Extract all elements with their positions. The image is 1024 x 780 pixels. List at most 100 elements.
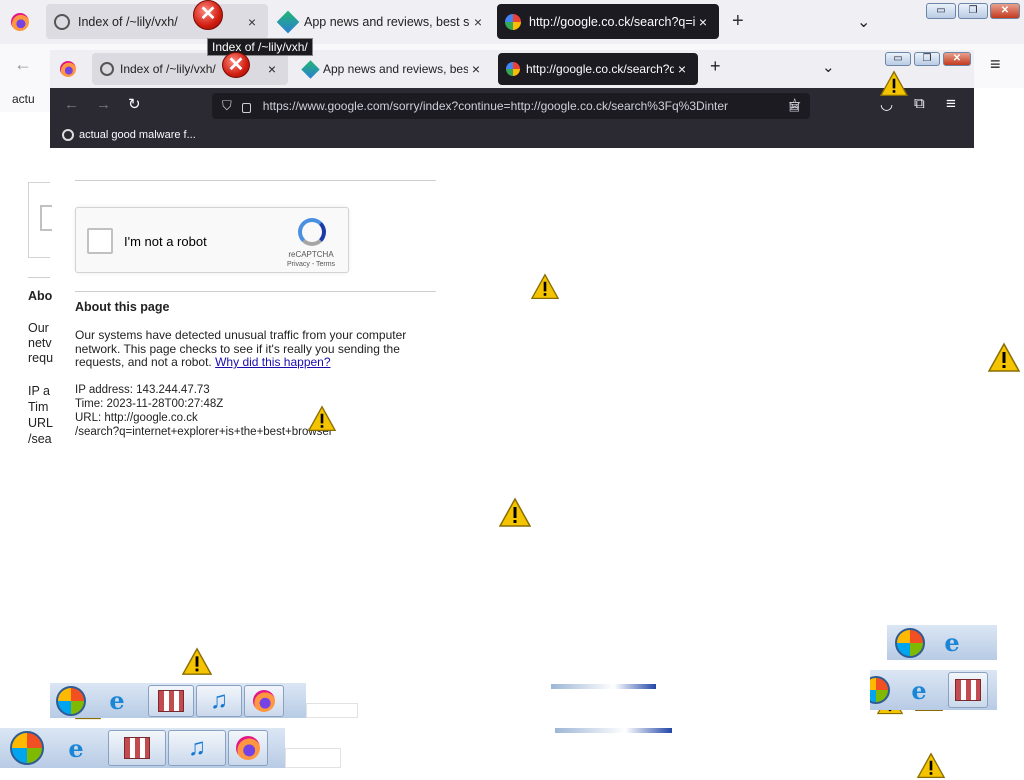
internet-explorer-icon[interactable]: e (892, 674, 946, 706)
forward-arrow-icon[interactable]: → (96, 96, 111, 113)
tab-title: http://google.co.ck/search?q=i (529, 14, 695, 29)
close-tab-icon[interactable]: × (468, 61, 484, 77)
itunes-button[interactable]: ♫ (196, 684, 242, 717)
bookmark-item[interactable]: actual good malware f... (79, 129, 196, 141)
page-favicon-icon (54, 13, 70, 30)
tab-title: App news and reviews, best soft (323, 62, 468, 76)
internet-explorer-icon[interactable]: e (88, 685, 146, 717)
firefox-taskbar-button[interactable] (244, 684, 284, 717)
restore-button[interactable]: ❐ (914, 52, 940, 66)
new-tab-button[interactable]: + (732, 10, 744, 33)
divider (75, 180, 436, 181)
music-icon: ♫ (210, 686, 228, 714)
outer-text-fragment: requ (28, 351, 54, 365)
close-tab-icon[interactable]: × (695, 14, 711, 30)
firefox-view-icon[interactable] (60, 61, 76, 77)
recaptcha-links: Privacy - Terms (276, 261, 346, 268)
app-news-favicon-icon (276, 10, 300, 33)
error-icon: ✕ (222, 52, 250, 78)
close-tab-icon[interactable]: × (674, 61, 690, 77)
inner-tab-app-news[interactable]: App news and reviews, best soft × (296, 53, 492, 85)
recaptcha-brand: reCAPTCHA (288, 250, 334, 259)
close-tab-icon[interactable]: × (264, 61, 280, 77)
minimize-button[interactable]: ▭ (885, 52, 911, 66)
tab-list-chevron-icon[interactable]: ⌄ (822, 58, 835, 76)
minimize-button[interactable]: ▭ (926, 3, 956, 19)
recaptcha-checkbox[interactable] (87, 228, 113, 254)
url-text[interactable]: https://www.google.com/sorry/index?conti… (263, 99, 783, 113)
close-tab-icon[interactable]: × (470, 14, 486, 30)
back-arrow-icon[interactable]: ← (64, 96, 79, 113)
tab-title: http://google.co.ck/search?q=i (526, 62, 674, 76)
why-did-this-happen-link[interactable]: Why did this happen? (215, 355, 330, 369)
error-icon: ✕ (193, 0, 223, 30)
outer-text-fragment: Our (28, 321, 49, 335)
privacy-link[interactable]: Privacy (287, 261, 310, 268)
store-app-button[interactable] (948, 672, 988, 708)
menu-icon[interactable]: ≡ (946, 94, 956, 114)
music-icon: ♫ (188, 734, 206, 761)
extensions-icon[interactable]: ⧉ (914, 95, 925, 112)
google-favicon-icon (506, 62, 520, 76)
divider (28, 277, 50, 278)
restore-button[interactable]: ❐ (958, 3, 988, 19)
start-orb-icon[interactable] (10, 731, 44, 765)
tracking-shield-icon[interactable]: ⛉ (222, 98, 232, 114)
store-app-button[interactable] (108, 730, 166, 766)
itunes-button[interactable]: ♫ (168, 730, 226, 766)
store-icon (158, 689, 184, 712)
taskbar-fragment: e ♫ (50, 683, 306, 718)
new-tab-button[interactable]: + (710, 56, 721, 77)
outer-tab-app-news[interactable]: App news and reviews, best soft × (272, 4, 494, 39)
outer-tab-index-lily[interactable]: Index of /~lily/vxh/ × (46, 4, 268, 39)
firefox-taskbar-button[interactable] (228, 730, 268, 766)
start-orb-icon[interactable] (870, 676, 890, 704)
store-icon (124, 737, 150, 759)
lock-icon[interactable] (241, 103, 251, 113)
glitch-fragment (306, 703, 358, 718)
start-orb-icon[interactable] (895, 627, 925, 658)
window-close-button[interactable]: ✕ (990, 3, 1020, 19)
close-tab-icon[interactable]: × (244, 14, 260, 30)
internet-explorer-icon[interactable]: e (927, 627, 977, 659)
window-close-button[interactable]: ✕ (943, 52, 971, 66)
bookmark-star-icon[interactable]: ☆ (788, 95, 801, 113)
url-line: URL: http://google.co.ck (75, 412, 198, 424)
firefox-view-icon[interactable] (11, 13, 29, 31)
ip-address: IP address: 143.244.47.73 (75, 384, 210, 396)
recaptcha-logo-icon (298, 218, 326, 246)
time-stamp: Time: 2023-11-28T00:27:48Z (75, 398, 224, 410)
taskbar-fragment: e (870, 670, 997, 710)
tab-title: App news and reviews, best soft (304, 14, 470, 29)
terms-link[interactable]: Terms (316, 261, 335, 268)
glitch-strip (551, 684, 656, 689)
back-arrow-icon[interactable]: ← (14, 54, 32, 75)
outer-text-fragment: IP a (28, 384, 51, 398)
taskbar-main: e ♫ (0, 728, 285, 768)
divider (75, 291, 436, 292)
recaptcha-label[interactable]: I'm not a robot (124, 234, 207, 249)
inner-tab-index-lily[interactable]: Index of /~lily/vxh/ × (92, 53, 288, 85)
taskbar-fragment: e (887, 625, 997, 660)
outer-tab-google-search[interactable]: http://google.co.ck/search?q=i × (497, 4, 719, 39)
tab-list-chevron-icon[interactable]: ⌄ (857, 12, 870, 32)
outer-text-fragment: URL (28, 416, 54, 430)
glitch-fragment (285, 748, 341, 768)
address-bar[interactable]: ⛉ https://www.google.com/sorry/index?con… (212, 93, 810, 119)
inner-nav-toolbar: ← → ↻ ⛉ https://www.google.com/sorry/ind… (50, 88, 974, 124)
reload-icon[interactable]: ↻ (128, 95, 141, 113)
store-app-button[interactable] (148, 684, 194, 717)
menu-icon[interactable]: ≡ (990, 54, 1001, 75)
glitch-strip (555, 728, 672, 733)
firefox-icon (236, 736, 260, 760)
start-orb-icon[interactable] (56, 685, 86, 716)
outer-text-fragment: Tim (28, 400, 49, 414)
bookmark-favicon-icon (62, 129, 74, 141)
about-paragraph: Our systems have detected unusual traffi… (75, 328, 425, 370)
app-news-favicon-icon (301, 59, 320, 79)
inner-tab-google-search[interactable]: http://google.co.ck/search?q=i × (498, 53, 698, 85)
internet-explorer-icon[interactable]: e (46, 732, 106, 764)
outer-tab-bar: Index of /~lily/vxh/ × App news and revi… (0, 0, 1024, 44)
store-icon (955, 679, 981, 701)
bookmark-fragment[interactable]: actu (12, 92, 35, 106)
